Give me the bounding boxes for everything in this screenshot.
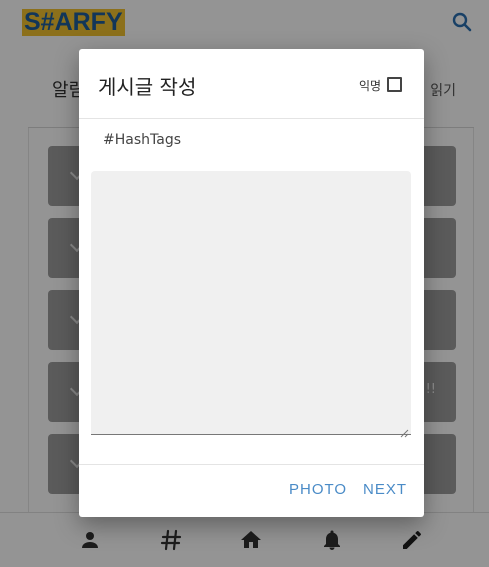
anonymous-checkbox[interactable]	[387, 77, 402, 92]
anonymous-label: 익명	[359, 79, 382, 93]
dialog-header: 게시글 작성 익명	[79, 49, 424, 119]
app-root: S#ARFY 알림 읽기 !! 게시글 작성 익명 #HashTags PHOT…	[0, 0, 489, 567]
resize-handle-icon[interactable]	[399, 423, 409, 438]
next-button[interactable]: NEXT	[363, 481, 407, 498]
dialog-title: 게시글 작성	[98, 75, 197, 99]
dialog-actions: PHOTO NEXT	[79, 464, 424, 517]
hashtags-input[interactable]	[103, 129, 403, 151]
photo-button[interactable]: PHOTO	[289, 481, 347, 498]
post-content-textarea[interactable]	[91, 171, 411, 435]
write-post-dialog: 게시글 작성 익명 PHOTO NEXT	[79, 49, 424, 517]
